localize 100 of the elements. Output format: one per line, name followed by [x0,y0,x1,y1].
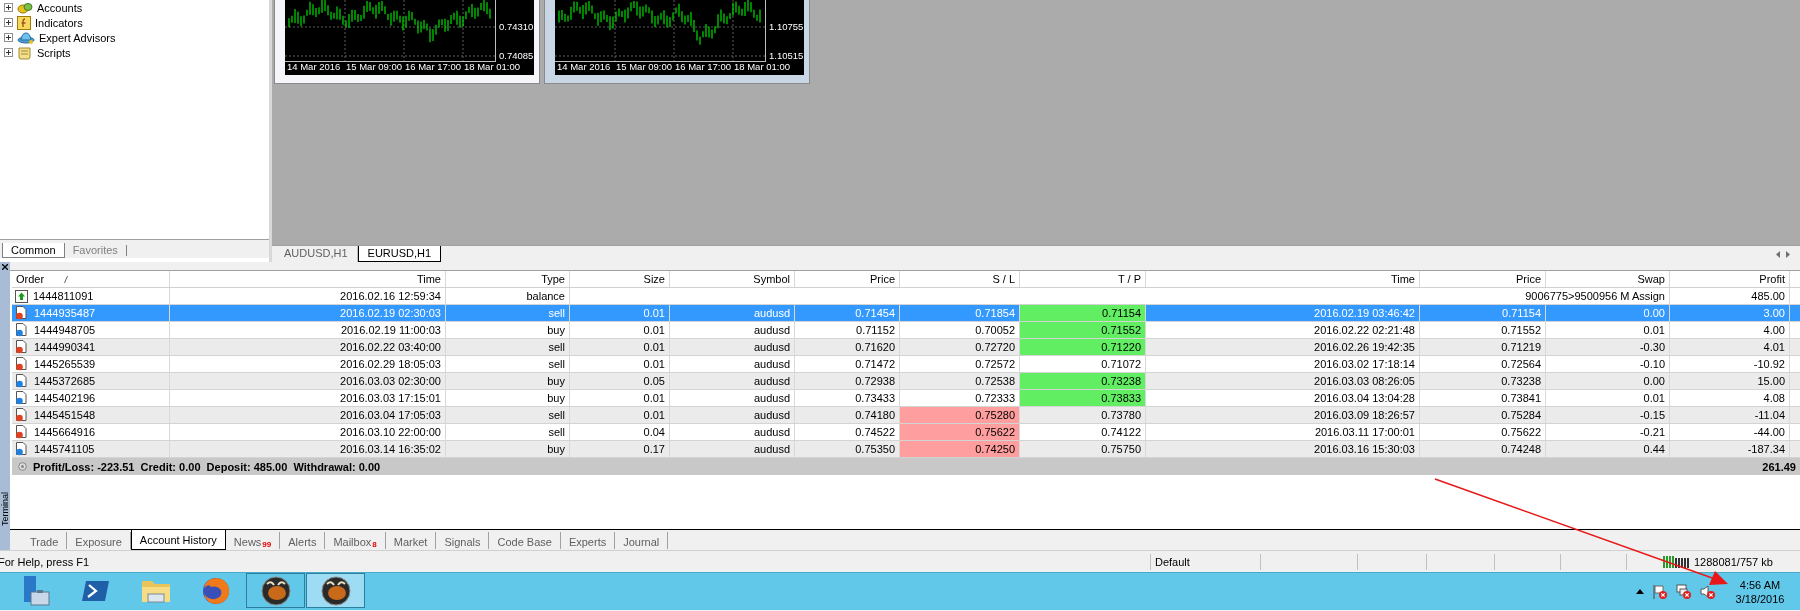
table-cell: 0.71154 [1020,305,1146,321]
table-cell: -0.15 [1546,407,1670,423]
expand-icon[interactable] [4,48,13,57]
connection-icon [1663,555,1691,568]
terminal-tab[interactable]: Trade [22,532,68,549]
table-cell: 0.74122 [1020,424,1146,440]
history-row[interactable]: 1445451548 2016.03.04 17:05:03 sell 0.01 audusd 0.74180 0.75280 0.73780 2016.03.09 18:26:57 0.75284 -0.15 -11.04 [12,407,1800,424]
flag-icon[interactable] [1652,583,1668,600]
scroll-icon [17,45,33,60]
chart-window[interactable]: 1.10755 1.10515 14 Mar 2016 15 Mar 09:00 16 Mar 17:00 18 Mar 01:00 [544,0,810,84]
navigator-tab[interactable]: Common [2,243,65,258]
table-cell: 0.71552 [1020,322,1146,338]
column-header[interactable]: Price [1420,271,1546,287]
terminal-tab[interactable]: Exposure [67,532,131,549]
table-cell: 0.75622 [900,424,1020,440]
table-cell: -0.21 [1546,424,1670,440]
sort-icon [64,275,69,283]
table-cell: 0.71152 [795,322,900,338]
column-header[interactable]: Type [446,271,570,287]
buy-order-icon [15,374,29,388]
price-label: 1.10515 [769,50,804,61]
show-hidden-icon[interactable] [1636,589,1644,594]
terminal-tab[interactable]: Alerts [280,532,326,549]
table-cell: 0.72564 [1420,356,1546,372]
table-cell: 4.00 [1670,322,1790,338]
column-header[interactable]: Price [795,271,900,287]
navigator-item[interactable]: Expert Advisors [39,31,116,44]
expand-icon[interactable] [4,33,13,42]
time-label: 18 Mar 01:00 [734,61,790,72]
table-cell: 0.01 [570,305,670,321]
order-number: 1444811091 [33,289,94,304]
chart-window[interactable]: 0.74310 0.74085 14 Mar 2016 15 Mar 09:00 16 Mar 17:00 18 Mar 01:00 [274,0,540,84]
terminal-tab[interactable]: Market [385,532,437,549]
table-cell: 2016.03.03 08:26:05 [1146,373,1420,389]
table-cell: 0.71219 [1420,339,1546,355]
table-cell: audusd [670,356,795,372]
scroll-right-icon[interactable] [1786,250,1790,258]
table-cell: -11.04 [1670,407,1790,423]
expand-icon[interactable] [4,3,13,12]
history-row[interactable]: 1445741105 2016.03.14 16:35:02 buy 0.17 audusd 0.75350 0.74250 0.75750 2016.03.16 15:30:03 0.74248 0.44 -187.34 [12,441,1800,458]
table-cell: -187.34 [1670,441,1790,457]
column-header[interactable]: Profit [1670,271,1790,287]
sell-order-icon [15,425,29,439]
terminal-tab[interactable]: Account History [130,530,226,550]
buy-order-icon [15,323,29,337]
terminal-tab[interactable]: Journal [615,532,669,549]
column-header[interactable]: Symbol [670,271,795,287]
time-label: 16 Mar 17:00 [675,61,731,72]
history-row[interactable]: 1444990341 2016.02.22 03:40:00 sell 0.01 audusd 0.71620 0.72720 0.71220 2016.02.26 19:42:35 0.71219 -0.30 4.01 [12,339,1800,356]
table-cell: 15.00 [1670,373,1790,389]
table-cell: buy [446,390,570,406]
column-header[interactable]: Swap [1546,271,1670,287]
history-row[interactable]: 1445372685 2016.03.03 02:30:00 buy 0.05 audusd 0.72938 0.72538 0.73238 2016.03.03 08:26:05 0.73238 0.00 15.00 [12,373,1800,390]
table-cell: 2016.02.26 19:42:35 [1146,339,1420,355]
terminal-tab[interactable]: Signals [436,532,490,549]
table-cell: 0.01 [1546,390,1670,406]
table-cell: -10.92 [1670,356,1790,372]
time-label: 16 Mar 17:00 [405,61,461,72]
chart-tab[interactable]: EURUSD,H1 [357,246,442,262]
column-header[interactable]: Size [570,271,670,287]
close-icon[interactable] [2,264,8,270]
clock-date[interactable]: 3/18/2016 [1735,591,1785,606]
price-label: 0.74085 [499,50,534,61]
terminal-tab[interactable]: Code Base [489,532,561,549]
table-cell: 0.04 [570,424,670,440]
navigator-tab[interactable]: Favorites [64,243,126,258]
table-cell: 0.01 [570,322,670,338]
table-cell: 0.75622 [1420,424,1546,440]
navigator-item[interactable]: Accounts [37,1,83,14]
table-cell: 0.01 [1546,322,1670,338]
table-cell: 0.71220 [1020,339,1146,355]
deposit-icon [15,289,28,303]
clock-time[interactable]: 4:56 AM [1739,577,1781,592]
table-cell: 2016.03.04 13:04:28 [1146,390,1420,406]
table-cell: audusd [670,390,795,406]
table-cell: 0.01 [570,390,670,406]
column-header[interactable]: Time [1146,271,1420,287]
navigator-item[interactable]: Indicators [35,16,83,29]
network-icon[interactable] [1676,583,1692,600]
table-cell: sell [446,305,570,321]
table-cell: 485.00 [1670,288,1790,304]
history-row[interactable]: 1444935487 2016.02.19 02:30:03 sell 0.01 audusd 0.71454 0.71854 0.71154 2016.02.19 03:46:42 0.71154 0.00 3.00 [12,305,1800,322]
table-cell: 0.72938 [795,373,900,389]
table-cell: 0.71620 [795,339,900,355]
column-header[interactable]: Time [170,271,446,287]
speaker-icon[interactable] [1700,583,1716,600]
expand-icon[interactable] [4,18,13,27]
table-cell: 2016.02.16 12:59:34 [170,288,446,304]
hat-icon [17,30,35,45]
table-cell: sell [446,407,570,423]
table-cell: audusd [670,322,795,338]
scroll-left-icon[interactable] [1776,250,1780,258]
column-header[interactable]: S / L [900,271,1020,287]
column-header[interactable]: T / P [1020,271,1146,287]
traffic-text: 1288081/757 kb [1694,554,1773,570]
table-cell: 0.72572 [900,356,1020,372]
chart-tab[interactable]: AUDUSD,H1 [275,246,358,262]
terminal-tab[interactable]: Experts [560,532,616,549]
column-header[interactable]: Order [12,271,170,287]
navigator-item[interactable]: Scripts [37,46,71,59]
